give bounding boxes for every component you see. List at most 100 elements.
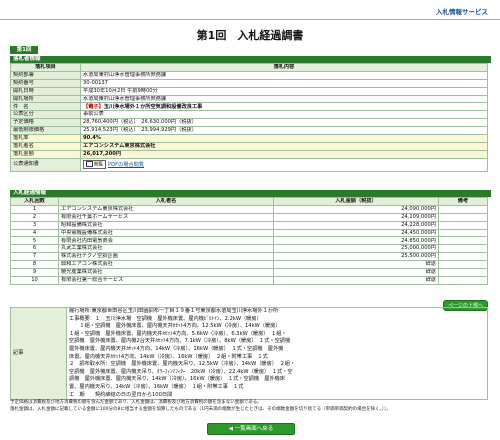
bid-round: 6 <box>10 244 59 254</box>
summary-label: 予定価格 <box>10 118 81 128</box>
bidder-name: 興和エアコン株式会社 <box>58 260 274 270</box>
summary-table: 落札項目 落札内容 契約部署 水道局東村山浄水管理事務所庶務課 契約番号 30-00… <box>10 63 488 172</box>
bid-amount: 辞退 <box>273 275 439 285</box>
remarks-line: 工 期 契約締結の日の翌日から100日間 <box>69 391 173 398</box>
bidder-name: 昭和設備株式会社 <box>58 220 274 230</box>
bid-amount: 辞退 <box>273 268 439 277</box>
table-row: 3 昭和設備株式会社 24,228,000円 <box>10 220 488 230</box>
footnote: 落札金額は、入札金額に記載している金額に100分の8に相当する金額を加算したもの… <box>10 407 391 412</box>
bidder-name: 丸武工業株式会社 <box>58 244 274 254</box>
bid-note <box>438 228 488 238</box>
bid-round: 9 <box>10 268 59 277</box>
summary-value: 水道局東村山浄水管理事務所庶務課 <box>80 94 488 104</box>
bid-note <box>438 268 488 277</box>
bid-round: 1 <box>10 204 59 214</box>
bid-amount: 25,000,000円 <box>273 244 439 254</box>
notice-cell: 閲覧 PDFの場合閲覧 <box>80 157 488 172</box>
bid-round: 2 <box>10 212 59 222</box>
col-header-item: 落札項目 <box>10 63 81 72</box>
summary-label: 最低制限価格 <box>10 126 81 136</box>
table-row: 1 エアコンシステム東京株式会社 24,090,000円 <box>10 204 488 214</box>
bid-note <box>438 204 488 214</box>
notice-button-label: 閲覧 <box>94 162 103 168</box>
bid-round: 5 <box>10 236 59 246</box>
bidder-name: 有限会社内田電気商会 <box>58 236 274 246</box>
col-header-bidder: 入札者名 <box>58 197 274 206</box>
summary-value: 水道局東村山浄水管理事務所庶務課 <box>80 70 488 80</box>
bidder-name: 暁光産業株式会社 <box>58 268 274 277</box>
notice-view-button[interactable]: 閲覧 <box>83 160 106 169</box>
footnote: 予定価格は消費税及び地方消費税の額を含んだ金額であり、入札金額は、消費税及び地方… <box>10 400 262 405</box>
bid-round: 10 <box>10 275 59 285</box>
remarks-line: ２ 調布取水所：空調機 屋外機床置、屋内機天吊り、12.5kW（冷房）、14kW… <box>69 361 296 368</box>
table-row: 6 丸武工業株式会社 25,000,000円 <box>10 244 488 254</box>
bid-note <box>438 220 488 230</box>
bidder-name: 有限会社第一総合サービス <box>58 275 274 285</box>
summary-value: 事前公表 <box>80 110 488 120</box>
summary-label: 公表区分 <box>10 110 81 120</box>
summary-label: 公表通知書 <box>10 157 81 172</box>
table-row: 5 有限会社内田電気商会 24,850,000円 <box>10 236 488 246</box>
bid-round: 8 <box>10 260 59 270</box>
subject-text: 玉川浄水場外１か所空気調和設備改良工事 <box>103 103 203 110</box>
table-row: 2 有限会社千葉ホームサービス 24,109,000円 <box>10 212 488 222</box>
bidder-name: 株式会社テクノ空調企画 <box>58 252 274 262</box>
minimum-price: 25,914,523円（税込） 23,994,929円（税抜） <box>80 126 488 136</box>
award-rate: 90.4% <box>80 134 488 143</box>
page-title: 第1回 入札経過調書 <box>196 29 304 42</box>
bid-amount: 24,090,000円 <box>273 204 439 214</box>
remarks-line: 空調機 屋外機床置、屋内機2台天井ｶｾｯﾄ4方向、7.1kW（冷房）、8kW（暖… <box>69 338 291 345</box>
summary-value: 30-00137 <box>80 78 488 88</box>
bid-note <box>438 275 488 285</box>
table-row: 9 暁光産業株式会社 辞退 <box>10 268 488 277</box>
table-row: 8 興和エアコン株式会社 辞退 <box>10 260 488 270</box>
summary-label: 落札金額 <box>10 149 81 159</box>
header-divider <box>0 19 500 20</box>
remarks-body: 履行場所:東京都世田谷区玉川田園調布一丁目１９番１号東京都水道局玉川浄水場外１か… <box>66 306 488 401</box>
col-header-note: 備考 <box>438 197 488 206</box>
bid-round: 7 <box>10 252 59 262</box>
back-to-list-button[interactable]: ◀ 一覧画面へ戻る <box>207 423 295 435</box>
service-name: 入札情報サービス <box>436 8 488 16</box>
remarks-line: 調機 屋外機床置、屋内機天吊り、14kW（冷房）、16kW（暖房） １式・空調機… <box>69 376 285 383</box>
bidder-name: 中央電機設備株式会社 <box>58 228 274 238</box>
summary-label: 契約番号 <box>10 78 81 88</box>
winner-name: エアコンシステム東京株式会社 <box>80 141 488 151</box>
bids-section-header: 入札経過情報 <box>10 190 491 197</box>
col-header-round: 入札回数 <box>10 197 59 206</box>
pdf-link[interactable]: PDFの場合閲覧 <box>108 162 144 168</box>
document-icon <box>86 161 93 168</box>
bidder-name: エアコンシステム東京株式会社 <box>58 204 274 214</box>
bid-note <box>438 236 488 246</box>
summary-label: 落札者名 <box>10 141 81 151</box>
table-row: 7 株式会社テクノ空調企画 25,500,000円 <box>10 252 488 262</box>
summary-label: 開札日時 <box>10 86 81 96</box>
bid-note <box>438 244 488 254</box>
bid-round: 3 <box>10 220 59 230</box>
summary-label: 開札場所 <box>10 94 81 104</box>
remarks-line: 履行場所:東京都世田谷区玉川田園調布一丁目１９番１号東京都水道局玉川浄水場外１か… <box>69 308 279 314</box>
summary-label: 件 名 <box>10 102 81 112</box>
remarks-line: 屋外機床置、屋内機天井ｶｾｯﾄ4方向、14kW（冷房）、16kW（暖房） １式・… <box>69 345 284 352</box>
summary-label: 落札率 <box>10 134 81 143</box>
remarks-label: 記事 <box>10 306 67 401</box>
remarks-table: 記事 履行場所:東京都世田谷区玉川田園調布一丁目１９番１号東京都水道局玉川浄水場… <box>10 306 488 401</box>
winning-amount: 26,017,200円 <box>80 149 488 159</box>
col-header-content: 落札内容 <box>80 63 488 72</box>
bid-amount: 24,228,000円 <box>273 220 439 230</box>
bid-amount: 辞退 <box>273 260 439 270</box>
table-row: 4 中央電機設備株式会社 24,450,000円 <box>10 228 488 238</box>
estimated-price: 28,760,400円（税込） 26,630,000円（税抜） <box>80 118 488 128</box>
bid-amount: 25,500,000円 <box>273 252 439 262</box>
back-button-label: 一覧画面へ戻る <box>234 426 274 432</box>
bidder-name: 有限会社千葉ホームサービス <box>58 212 274 222</box>
bid-round: 4 <box>10 228 59 238</box>
electronic-tag: 【電子】 <box>83 103 104 110</box>
bid-amount: 24,450,000円 <box>273 228 439 238</box>
bid-amount: 24,109,000円 <box>273 212 439 222</box>
bids-table: 入札回数 入札者名 入札金額（税抜） 備考 1 エアコンシステム東京株式会社 24,… <box>10 197 488 285</box>
round-tab[interactable]: 第1回 <box>10 46 38 54</box>
summary-section-header: 落札者情報 <box>10 56 491 63</box>
bid-note <box>438 212 488 222</box>
subject-value: 【電子】玉川浄水場外１か所空気調和設備改良工事 <box>80 102 488 112</box>
